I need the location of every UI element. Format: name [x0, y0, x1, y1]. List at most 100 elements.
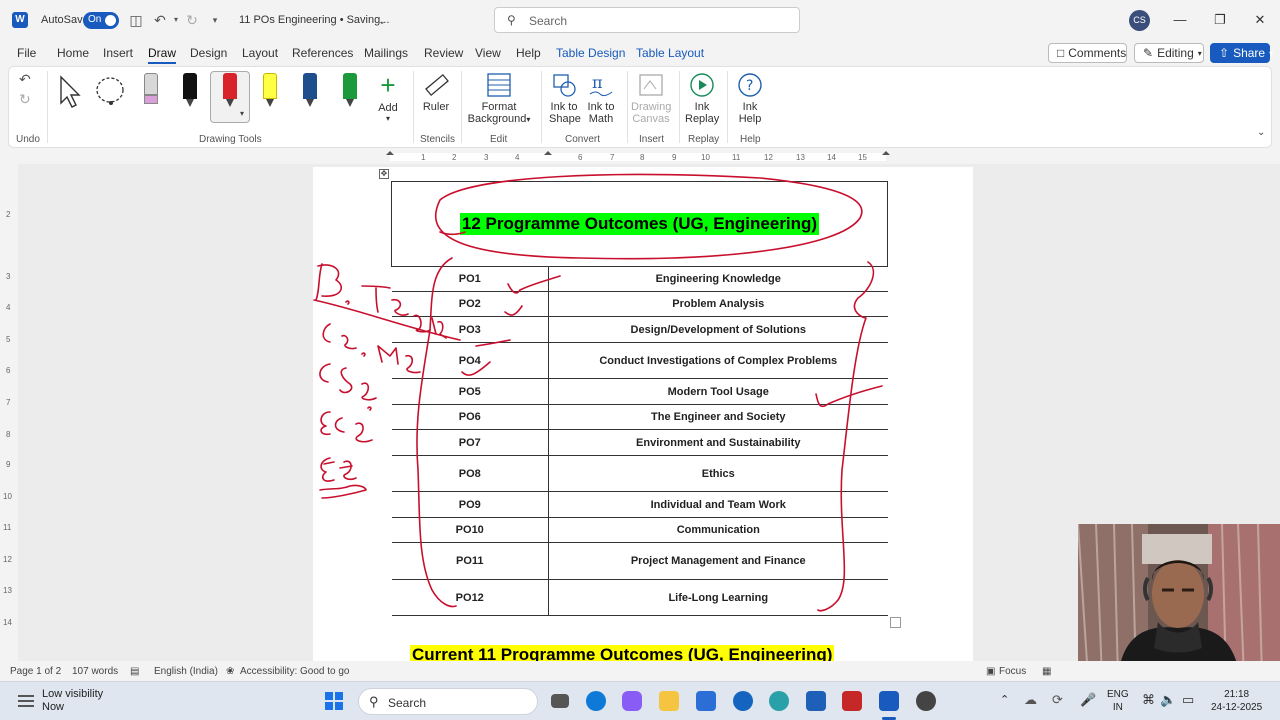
current-outcomes-heading[interactable]: Current 11 Programme Outcomes (UG, Engin… — [410, 645, 835, 661]
chevron-up-icon[interactable]: ⌃ — [1000, 693, 1009, 706]
share-button[interactable]: ⇧ Share ▾ — [1210, 43, 1273, 63]
po-name[interactable]: Life-Long Learning — [548, 579, 888, 616]
ink-replay-button[interactable]: Ink Replay — [685, 72, 719, 125]
tab-table-design[interactable]: Table Design — [556, 46, 625, 60]
windows-start-icon[interactable] — [324, 691, 344, 711]
chevron-down-icon[interactable]: ▾ — [240, 109, 244, 118]
format-background-button[interactable]: Format Background▾ — [467, 72, 531, 125]
undo-icon[interactable]: ↶ — [19, 71, 31, 88]
po-name[interactable]: Modern Tool Usage — [548, 378, 888, 405]
po-code[interactable]: PO10 — [391, 517, 549, 543]
edge-browser-icon[interactable] — [586, 691, 606, 711]
read-mode-icon[interactable]: ▦ — [1042, 666, 1051, 677]
search-box[interactable]: ⚲ Search — [494, 7, 800, 33]
ink-help-button[interactable]: ? Ink Help — [735, 72, 765, 125]
po-name[interactable]: Conduct Investigations of Complex Proble… — [548, 342, 888, 379]
po-code[interactable]: PO2 — [391, 291, 549, 317]
wifi-icon[interactable]: ⌘ — [1142, 692, 1155, 708]
hp-icon[interactable] — [733, 691, 753, 711]
focus-button[interactable]: Focus — [999, 666, 1026, 677]
tab-view[interactable]: View — [475, 46, 501, 60]
table-resize-handle[interactable] — [890, 617, 901, 628]
po-code[interactable]: PO12 — [391, 579, 549, 616]
tab-home[interactable]: Home — [57, 46, 89, 60]
po-name[interactable]: Problem Analysis — [548, 291, 888, 317]
autosave-toggle[interactable]: On — [83, 12, 119, 29]
taskbar-search[interactable]: ⚲ Search — [358, 688, 538, 715]
tab-references[interactable]: References — [292, 46, 353, 60]
copilot-icon[interactable] — [622, 691, 642, 711]
customize-toolbar-icon[interactable]: ▾ — [207, 12, 223, 28]
po-name[interactable]: The Engineer and Society — [548, 404, 888, 430]
highlighter-yellow[interactable] — [261, 73, 279, 109]
add-pen-button[interactable]: + Add ▾ — [375, 71, 401, 123]
po-name[interactable]: Design/Development of Solutions — [548, 316, 888, 343]
word-count[interactable]: 107 words — [72, 666, 118, 677]
battery-icon[interactable]: ▭ — [1182, 692, 1194, 708]
word-app-icon[interactable]: W — [12, 12, 28, 28]
restore-icon[interactable]: ❐ — [1212, 12, 1228, 28]
po-name[interactable]: Project Management and Finance — [548, 542, 888, 580]
system-clock[interactable]: 21:18 24-12-2025 — [1211, 688, 1262, 714]
word-taskbar-icon[interactable] — [879, 691, 899, 711]
table-move-handle-icon[interactable]: ✥ — [379, 169, 389, 179]
screen-recorder-icon[interactable] — [916, 691, 936, 711]
language-indicator[interactable]: English (India) — [154, 666, 218, 677]
po-code[interactable]: PO4 — [391, 342, 549, 379]
close-icon[interactable]: ✕ — [1252, 12, 1268, 28]
page-count[interactable]: Page 1 of 2 — [10, 666, 61, 677]
tab-layout[interactable]: Layout — [242, 46, 278, 60]
sync-icon[interactable]: ⟳ — [1052, 692, 1063, 708]
pen-black[interactable] — [181, 73, 199, 109]
security-shield-icon[interactable] — [842, 691, 862, 711]
proofing-icon[interactable]: ▤ — [130, 666, 139, 677]
microphone-icon[interactable]: 🎤 — [1080, 692, 1096, 708]
pen-red[interactable] — [221, 73, 239, 109]
ruler-button[interactable]: Ruler — [421, 72, 451, 113]
task-view-icon[interactable] — [551, 694, 569, 708]
tab-insert[interactable]: Insert — [103, 46, 133, 60]
redo-icon[interactable]: ↻ — [19, 91, 31, 108]
po-code[interactable]: PO3 — [391, 316, 549, 343]
tab-file[interactable]: File — [17, 46, 36, 60]
tab-mailings[interactable]: Mailings — [364, 46, 408, 60]
editing-mode-button[interactable]: ✎ Editing ▾ — [1134, 43, 1204, 63]
document-title[interactable]: 11 POs Engineering • Saving... — [239, 14, 389, 26]
po-name[interactable]: Individual and Team Work — [548, 491, 888, 518]
chrome-icon[interactable] — [769, 691, 789, 711]
save-icon[interactable]: ◫ — [128, 12, 144, 28]
po-code[interactable]: PO6 — [391, 404, 549, 430]
tab-design[interactable]: Design — [190, 46, 227, 60]
minimize-icon[interactable]: — — [1172, 12, 1188, 27]
tab-help[interactable]: Help — [516, 46, 541, 60]
chevron-down-icon[interactable]: ⌄ — [374, 13, 390, 29]
po-code[interactable]: PO1 — [391, 266, 549, 292]
volume-icon[interactable]: 🔈 — [1160, 692, 1176, 708]
input-language[interactable]: ENG IN — [1107, 688, 1129, 714]
po-code[interactable]: PO8 — [391, 455, 549, 492]
undo-icon[interactable]: ↶ — [152, 12, 168, 28]
tab-draw[interactable]: Draw — [148, 46, 177, 64]
po-code[interactable]: PO5 — [391, 378, 549, 405]
po-name[interactable]: Communication — [548, 517, 888, 543]
programme-outcomes-table[interactable]: 12 Programme Outcomes (UG, Engineering) … — [391, 181, 888, 616]
redo-icon[interactable]: ↻ — [184, 12, 200, 28]
po-name[interactable]: Environment and Sustainability — [548, 429, 888, 456]
comments-button[interactable]: □ Comments — [1048, 43, 1127, 63]
outlook-icon[interactable] — [806, 691, 826, 711]
ink-to-shape-button[interactable]: Ink to Shape — [549, 72, 581, 125]
accessibility-status[interactable]: Accessibility: Good to go — [240, 666, 350, 677]
tab-review[interactable]: Review — [424, 46, 463, 60]
document-page[interactable]: ✥ 12 Programme Outcomes (UG, Engineering… — [313, 167, 973, 661]
avatar[interactable]: CS — [1129, 10, 1150, 31]
collapse-ribbon-icon[interactable]: ⌄ — [1257, 127, 1265, 138]
ink-to-math-button[interactable]: π Ink to Math — [586, 72, 616, 125]
weather-widget[interactable]: Low visibility Now — [0, 682, 120, 720]
file-explorer-icon[interactable] — [659, 691, 679, 711]
po-code[interactable]: PO11 — [391, 542, 549, 580]
select-cursor-icon[interactable] — [57, 75, 83, 109]
eraser-tool[interactable] — [142, 73, 160, 109]
pen-blue[interactable] — [301, 73, 319, 109]
po-name[interactable]: Ethics — [548, 455, 888, 492]
tab-table-layout[interactable]: Table Layout — [636, 46, 704, 60]
